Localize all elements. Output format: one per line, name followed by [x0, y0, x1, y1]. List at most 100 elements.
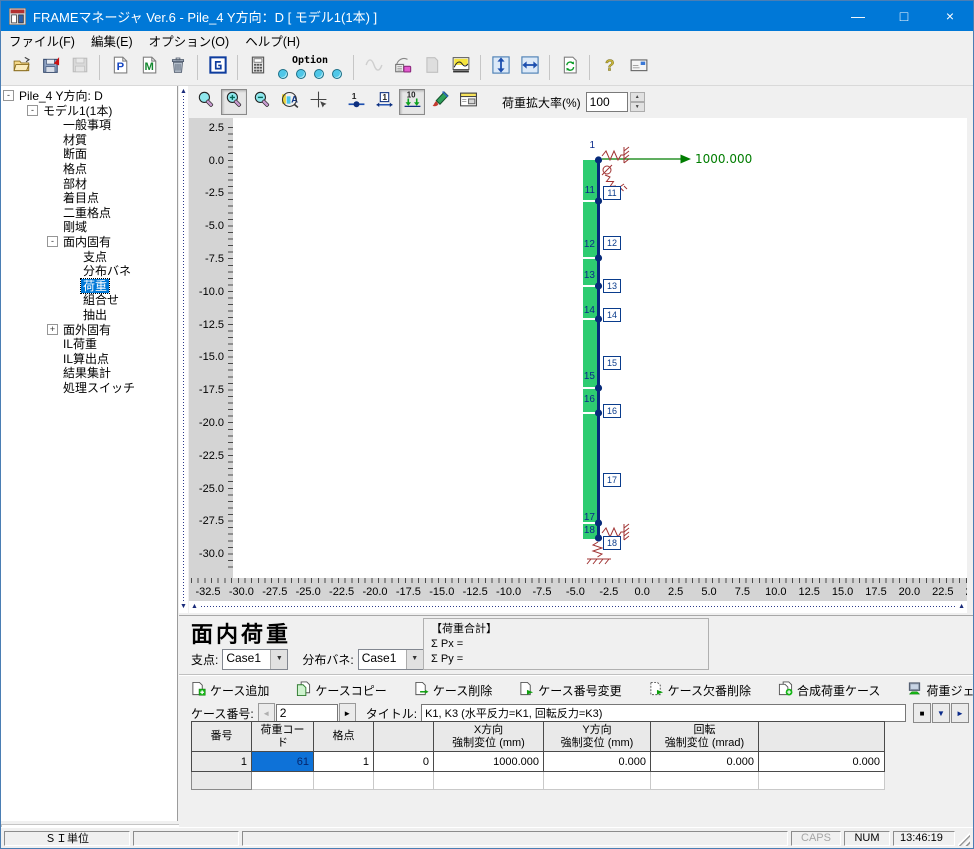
data-cell[interactable]: 0.000 — [651, 752, 759, 772]
canvas-horizontal-scrollbar[interactable]: ▲ ▲ — [189, 601, 967, 613]
display-settings-button[interactable] — [427, 89, 453, 115]
expand-icon[interactable]: + — [47, 324, 58, 335]
case-copy-button[interactable]: ケースコピー — [296, 681, 386, 699]
fit-horizontal-button[interactable] — [516, 54, 543, 81]
show-member-numbers-button[interactable]: 1 — [371, 89, 397, 115]
show-load-values-button[interactable]: 10 — [399, 89, 425, 115]
spring-case-select[interactable]: Case1 ▼ — [358, 649, 424, 670]
spinner-down-icon[interactable]: ▼ — [630, 102, 645, 112]
tree-item-2[interactable]: 一般事項 — [61, 118, 113, 132]
property-window-button[interactable] — [455, 89, 481, 115]
data-cell[interactable] — [759, 772, 885, 790]
case-next-button[interactable]: ► — [339, 703, 356, 723]
open-button[interactable] — [8, 54, 35, 81]
data-cell[interactable] — [314, 772, 374, 790]
record-next-button[interactable]: ► — [951, 703, 969, 723]
guide-button[interactable] — [204, 54, 231, 81]
tree-item-11[interactable]: 支点 — [81, 250, 109, 264]
tree-item-9[interactable]: 剛域 — [61, 220, 89, 234]
fit-vertical-button[interactable] — [487, 54, 514, 81]
tree-item-10[interactable]: 面内固有 — [61, 235, 113, 249]
data-cell[interactable] — [252, 772, 314, 790]
menu-item-2[interactable]: オプション(O) — [141, 29, 238, 52]
tree-item-18[interactable]: IL算出点 — [61, 352, 111, 366]
scroll-track[interactable] — [201, 606, 955, 607]
collapse-icon[interactable]: - — [3, 90, 14, 101]
data-cell[interactable]: 1 — [314, 752, 374, 772]
record-stop-button[interactable]: ■ — [913, 703, 931, 723]
tree-item-19[interactable]: 結果集計 — [61, 366, 113, 380]
tree-item-12[interactable]: 分布バネ — [81, 264, 133, 278]
chevron-down-icon[interactable]: ▼ — [406, 650, 423, 669]
help-button[interactable]: ? — [596, 54, 623, 81]
menu-item-1[interactable]: 編集(E) — [83, 29, 141, 52]
case-delete-button[interactable]: ケース削除 — [414, 681, 492, 699]
case-title-input[interactable] — [421, 704, 906, 722]
pick-point-button[interactable] — [305, 89, 331, 115]
data-cell[interactable] — [374, 772, 434, 790]
row-header-cell[interactable] — [192, 772, 252, 790]
data-cell[interactable]: 0.000 — [544, 752, 651, 772]
maximize-button[interactable]: □ — [881, 1, 927, 31]
model-drawing-canvas[interactable]: 1111213141516171811121314151617181000.00… — [233, 118, 967, 578]
support-case-select[interactable]: Case1 ▼ — [222, 649, 288, 670]
data-cell[interactable]: 61 — [252, 752, 314, 772]
tree-item-3[interactable]: 材質 — [61, 133, 89, 147]
scroll-down-icon[interactable]: ▼ — [180, 603, 187, 611]
tree-item-16[interactable]: 面外固有 — [61, 323, 113, 337]
scroll-track[interactable] — [183, 96, 184, 603]
collapse-icon[interactable]: - — [47, 236, 58, 247]
refresh-button[interactable] — [556, 54, 583, 81]
section-tool-button[interactable] — [389, 54, 416, 81]
case-prev-button[interactable]: ◄ — [258, 703, 275, 723]
case-number-input[interactable] — [276, 704, 338, 722]
load-generate-button[interactable]: 荷重ジェネレート — [907, 681, 973, 699]
menu-item-3[interactable]: ヘルプ(H) — [237, 29, 308, 52]
collapse-icon[interactable]: - — [27, 105, 38, 116]
case-renumber-button[interactable]: ケース番号変更 — [519, 681, 621, 699]
delete-button[interactable] — [164, 54, 191, 81]
tree-item-0[interactable]: Pile_4 Y方向: D — [17, 89, 105, 103]
zoom-window-button[interactable] — [193, 89, 219, 115]
tree-item-6[interactable]: 部材 — [61, 177, 89, 191]
tree-item-4[interactable]: 断面 — [61, 147, 89, 161]
data-cell[interactable] — [651, 772, 759, 790]
resize-grip[interactable] — [958, 831, 970, 846]
scroll-up-icon[interactable]: ▲ — [180, 88, 187, 96]
data-cell[interactable]: 1000.000 — [434, 752, 544, 772]
tree-item-20[interactable]: 処理スイッチ — [61, 381, 137, 395]
close-button[interactable]: × — [927, 1, 973, 31]
case-add-button[interactable]: ケース追加 — [191, 681, 269, 699]
tree-item-1[interactable]: モデル1(1本) — [41, 104, 114, 118]
zoom-in-button[interactable] — [221, 89, 247, 115]
tree-item-14[interactable]: 組合せ — [81, 293, 121, 307]
tree-item-7[interactable]: 着目点 — [61, 191, 101, 205]
tree-item-5[interactable]: 格点 — [61, 162, 89, 176]
tree-item-8[interactable]: 二重格点 — [61, 206, 113, 220]
model-doc-button[interactable]: M — [135, 54, 162, 81]
load-scale-input[interactable] — [586, 92, 628, 112]
tree-item-15[interactable]: 抽出 — [81, 308, 109, 322]
canvas-vertical-scrollbar[interactable]: ▲ ▼ — [179, 86, 188, 613]
data-cell[interactable] — [434, 772, 544, 790]
print-doc-button[interactable]: P — [106, 54, 133, 81]
minimize-button[interactable]: — — [835, 1, 881, 31]
record-down-button[interactable]: ▼ — [932, 703, 950, 723]
data-cell[interactable] — [544, 772, 651, 790]
combine-load-case-button[interactable]: 合成荷重ケース — [778, 681, 880, 699]
data-cell[interactable]: 0.000 — [759, 752, 885, 772]
tree-item-13[interactable]: 荷重 — [81, 279, 109, 293]
tree-item-17[interactable]: IL荷重 — [61, 337, 99, 351]
option-toggle[interactable]: Option — [278, 56, 342, 79]
result-chart-button[interactable] — [447, 54, 474, 81]
scroll-right-icon[interactable]: ▲ — [958, 603, 965, 611]
zoom-fit-button[interactable]: A — [277, 89, 303, 115]
row-header-cell[interactable]: 1 — [192, 752, 252, 772]
menu-item-0[interactable]: ファイル(F) — [1, 29, 83, 52]
spinner-up-icon[interactable]: ▲ — [630, 92, 645, 102]
show-node-numbers-button[interactable]: 1 — [343, 89, 369, 115]
tips-button[interactable] — [625, 54, 652, 81]
chevron-down-icon[interactable]: ▼ — [270, 650, 287, 669]
scroll-left-icon[interactable]: ▲ — [191, 603, 198, 611]
calculate-button[interactable] — [244, 54, 271, 81]
